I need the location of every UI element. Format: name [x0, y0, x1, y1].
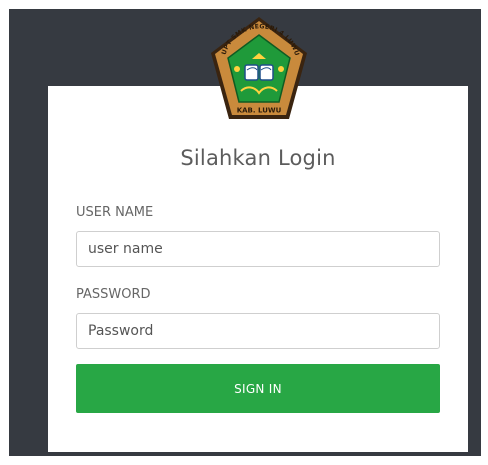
login-card: Silahkan Login USER NAME PASSWORD SIGN I… — [48, 86, 468, 452]
logo-bottom-text: KAB. LUWU — [237, 107, 282, 115]
school-emblem-icon: UPT SMK NEGERI 4 LUWU KAB. LUWU — [211, 17, 307, 119]
sign-in-button[interactable]: SIGN IN — [76, 364, 440, 413]
login-title: Silahkan Login — [180, 146, 336, 170]
password-input[interactable] — [76, 313, 440, 349]
username-input[interactable] — [76, 231, 440, 267]
password-label: PASSWORD — [76, 287, 151, 302]
username-label: USER NAME — [76, 205, 154, 220]
